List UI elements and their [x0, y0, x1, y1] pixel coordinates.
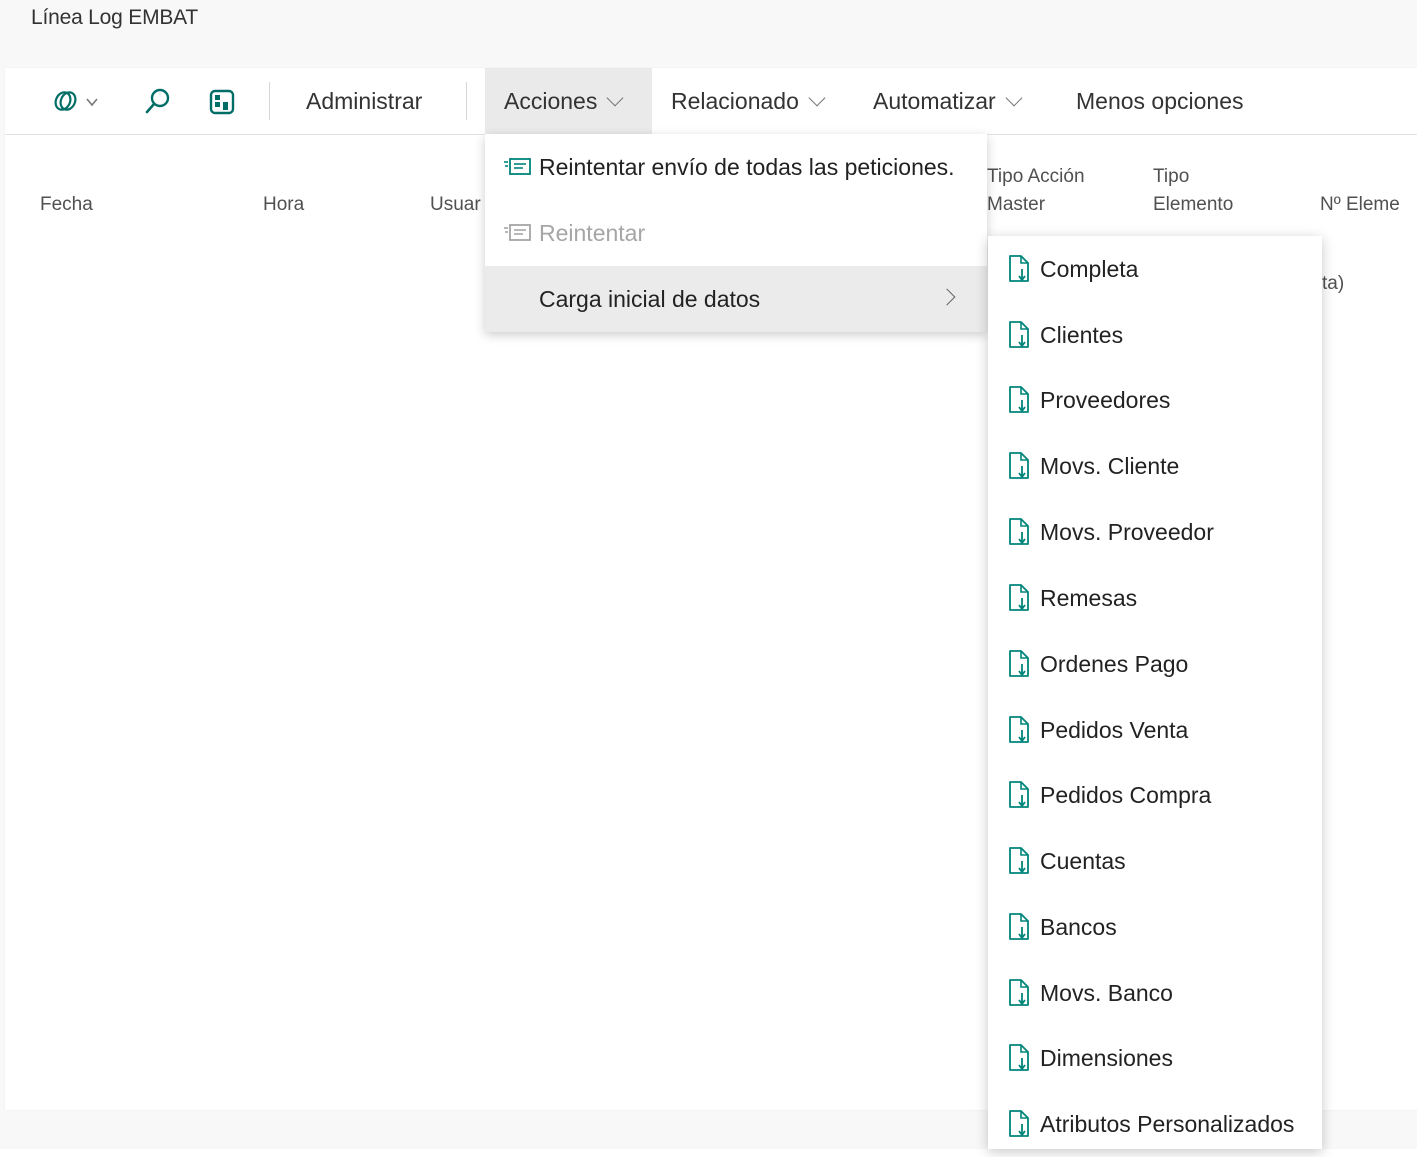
menu-item-reintentar-todas[interactable]: Reintentar envío de todas las peticiones…	[485, 134, 987, 200]
submenu-item-label: Pedidos Venta	[1040, 716, 1189, 743]
column-header-n-elemento[interactable]: Nº Eleme	[1320, 191, 1400, 219]
column-header-usuario[interactable]: Usuar	[430, 191, 481, 219]
report-document-icon	[1007, 517, 1034, 547]
submenu-item-completa[interactable]: Completa	[988, 236, 1322, 302]
cell-text: ta)	[1322, 273, 1345, 294]
chevron-down-icon	[808, 89, 826, 106]
chevron-down-icon	[606, 89, 624, 106]
acciones-menu[interactable]: Acciones	[485, 68, 652, 134]
automatizar-label: Automatizar	[873, 87, 996, 114]
menos-opciones-label: Menos opciones	[1076, 87, 1244, 114]
menu-item-label: Reintentar	[539, 219, 646, 246]
submenu-item-label: Dimensiones	[1040, 1044, 1173, 1071]
acciones-dropdown: Reintentar envío de todas las peticiones…	[485, 134, 987, 332]
report-document-icon	[1007, 583, 1034, 613]
automatizar-menu[interactable]: Automatizar	[854, 68, 1039, 134]
submenu-item-cuentas[interactable]: Cuentas	[988, 828, 1322, 894]
action-bar: Administrar Acciones Relacionado Automat…	[5, 68, 1417, 135]
submenu-item-label: Remesas	[1040, 584, 1138, 611]
submenu-item-clientes[interactable]: Clientes	[988, 302, 1322, 368]
report-document-icon	[1007, 978, 1034, 1008]
chevron-down-icon	[1005, 89, 1023, 106]
report-document-icon	[1007, 715, 1034, 745]
submenu-item-label: Bancos	[1040, 913, 1117, 940]
submenu-item-atributos-personalizados[interactable]: Atributos Personalizados	[988, 1091, 1322, 1157]
report-document-icon	[1007, 1109, 1034, 1139]
menu-item-label: Reintentar envío de todas las peticiones…	[539, 153, 955, 180]
carga-inicial-submenu: Completa Clientes Proveedores Movs. Clie…	[988, 236, 1322, 1149]
retry-send-icon	[503, 222, 533, 244]
report-document-icon	[1007, 254, 1034, 284]
report-document-icon	[1007, 451, 1034, 481]
submenu-item-label: Atributos Personalizados	[1040, 1110, 1295, 1137]
column-header-hora[interactable]: Hora	[263, 191, 304, 219]
submenu-item-pedidos-venta[interactable]: Pedidos Venta	[988, 697, 1322, 763]
copilot-icon[interactable]	[51, 86, 107, 118]
report-document-icon	[1007, 1043, 1034, 1073]
chevron-right-icon	[938, 288, 956, 306]
submenu-item-pedidos-compra[interactable]: Pedidos Compra	[988, 762, 1322, 828]
menu-item-label: Carga inicial de datos	[539, 285, 761, 312]
submenu-item-label: Ordenes Pago	[1040, 650, 1189, 677]
menu-item-reintentar[interactable]: Reintentar	[485, 200, 987, 266]
submenu-item-label: Completa	[1040, 255, 1139, 282]
relacionado-menu[interactable]: Relacionado	[652, 68, 842, 134]
submenu-item-dimensiones[interactable]: Dimensiones	[988, 1025, 1322, 1091]
submenu-item-movs-proveedor[interactable]: Movs. Proveedor	[988, 499, 1322, 565]
submenu-item-label: Movs. Banco	[1040, 979, 1173, 1006]
column-header-line: Tipo	[1153, 166, 1190, 187]
submenu-item-remesas[interactable]: Remesas	[988, 565, 1322, 631]
report-document-icon	[1007, 649, 1034, 679]
administrar-menu[interactable]: Administrar	[287, 68, 441, 134]
administrar-label: Administrar	[306, 87, 423, 114]
column-header-line: Master	[987, 194, 1046, 215]
submenu-item-label: Pedidos Compra	[1040, 781, 1212, 808]
report-document-icon	[1007, 320, 1034, 350]
submenu-item-bancos[interactable]: Bancos	[988, 894, 1322, 960]
toolbar-divider	[466, 82, 467, 120]
column-header-line: Tipo Acción	[987, 166, 1085, 187]
report-document-icon	[1007, 912, 1034, 942]
menos-opciones-button[interactable]: Menos opciones	[1057, 68, 1263, 134]
column-header-tipo-accion-master[interactable]: Tipo Acción Master	[987, 163, 1085, 219]
submenu-item-movs-banco[interactable]: Movs. Banco	[988, 960, 1322, 1026]
acciones-label: Acciones	[504, 87, 598, 114]
report-document-icon	[1007, 385, 1034, 415]
search-icon[interactable]	[142, 86, 174, 118]
submenu-item-ordenes-pago[interactable]: Ordenes Pago	[988, 631, 1322, 697]
submenu-item-label: Clientes	[1040, 321, 1124, 348]
column-header-fecha[interactable]: Fecha	[40, 191, 93, 219]
submenu-item-proveedores[interactable]: Proveedores	[988, 367, 1322, 433]
relacionado-label: Relacionado	[671, 87, 799, 114]
column-header-tipo-elemento[interactable]: Tipo Elemento	[1153, 163, 1233, 219]
column-header-line: Elemento	[1153, 194, 1234, 215]
page-title: Línea Log EMBAT	[31, 6, 199, 29]
retry-send-icon	[503, 156, 533, 178]
filter-pane-icon[interactable]	[206, 86, 238, 118]
submenu-item-label: Cuentas	[1040, 847, 1126, 874]
submenu-item-label: Proveedores	[1040, 386, 1171, 413]
toolbar-divider	[269, 82, 270, 120]
report-document-icon	[1007, 780, 1034, 810]
submenu-item-label: Movs. Cliente	[1040, 452, 1180, 479]
submenu-item-movs-cliente[interactable]: Movs. Cliente	[988, 433, 1322, 499]
menu-item-carga-inicial[interactable]: Carga inicial de datos	[485, 266, 987, 332]
report-document-icon	[1007, 846, 1034, 876]
submenu-item-label: Movs. Proveedor	[1040, 518, 1214, 545]
